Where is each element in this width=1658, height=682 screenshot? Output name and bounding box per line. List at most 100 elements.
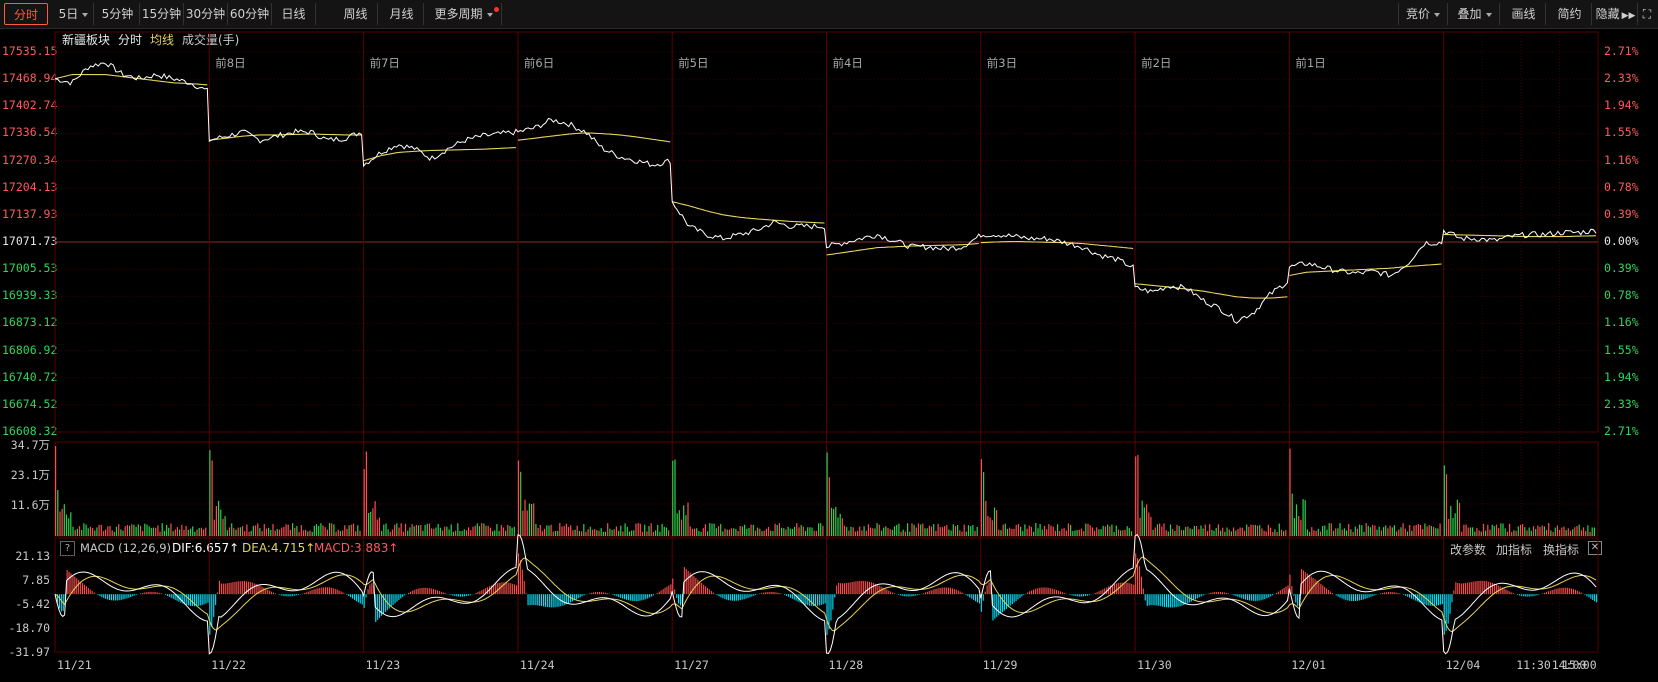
volume-bar	[1391, 527, 1393, 536]
macd-histogram-bar	[253, 583, 255, 595]
volume-bar	[339, 531, 341, 536]
macd-histogram-bar	[766, 592, 768, 595]
volume-bar	[1046, 529, 1048, 536]
volume-bar	[463, 529, 465, 536]
macd-histogram-bar	[857, 581, 859, 595]
volume-bar	[704, 524, 706, 536]
volume-bar	[1524, 527, 1526, 536]
macd-histogram-bar	[1592, 594, 1594, 600]
macd-histogram-bar	[1318, 582, 1320, 595]
macd-histogram-bar	[519, 560, 521, 595]
volume-bar	[1445, 474, 1448, 536]
macd-histogram-bar	[635, 594, 637, 602]
macd-histogram-bar	[191, 594, 193, 606]
volume-bar	[1128, 527, 1130, 536]
macd-histogram-bar	[1538, 594, 1540, 595]
volume-bar	[474, 525, 476, 536]
volume-bar	[494, 530, 496, 536]
volume-bar	[904, 531, 906, 536]
volume-bar	[1350, 529, 1352, 536]
volume-bar	[676, 513, 678, 536]
macd-histogram-bar	[315, 588, 317, 595]
macd-histogram-bar	[616, 594, 618, 597]
macd-histogram-bar	[132, 594, 134, 597]
macd-histogram-bar	[768, 591, 770, 595]
macd-histogram-bar	[1223, 592, 1225, 595]
volume-bar	[1326, 529, 1328, 536]
macd-histogram-bar	[421, 587, 423, 595]
macd-histogram-bar	[1295, 594, 1297, 603]
macd-histogram-bar	[706, 587, 708, 595]
macd-histogram-bar	[735, 594, 737, 601]
volume-bar	[513, 526, 515, 536]
macd-histogram-bar	[870, 582, 872, 595]
macd-histogram-bar	[1160, 594, 1162, 607]
volume-bar	[1593, 527, 1595, 536]
macd-histogram-bar	[99, 594, 101, 597]
volume-bar	[152, 527, 155, 536]
avg-price-line	[363, 147, 516, 162]
volume-bar	[498, 531, 500, 536]
volume-bar	[461, 530, 463, 536]
macd-histogram-bar	[959, 591, 961, 595]
volume-bar	[166, 524, 168, 536]
macd-histogram-bar	[760, 593, 762, 595]
volume-bar	[598, 530, 600, 536]
volume-bar	[661, 523, 663, 536]
volume-bar	[1004, 523, 1006, 536]
volume-bar	[1396, 531, 1398, 536]
volume-bar	[1015, 524, 1017, 536]
macd-histogram-bar	[1528, 594, 1530, 597]
macd-histogram-bar	[244, 581, 246, 595]
volume-bar	[674, 459, 676, 536]
volume-bar	[1135, 456, 1137, 536]
macd-histogram-bar	[1328, 590, 1330, 595]
volume-bar	[655, 530, 657, 536]
macd-histogram-bar	[1349, 594, 1351, 601]
macd-histogram-bar	[1387, 592, 1389, 595]
volume-bar	[70, 512, 72, 536]
volume-bar	[1482, 523, 1485, 536]
volume-bar	[55, 446, 57, 536]
volume-bar	[1104, 526, 1106, 536]
volume-bar	[1589, 531, 1591, 536]
macd-histogram-bar	[188, 594, 190, 606]
volume-bar	[1100, 529, 1102, 536]
macd-histogram-bar	[1314, 579, 1316, 595]
macd-histogram-bar	[633, 594, 635, 601]
macd-histogram-bar	[1551, 590, 1553, 595]
macd-histogram-bar	[658, 591, 660, 595]
volume-bar	[696, 528, 698, 536]
macd-histogram-bar	[1356, 594, 1358, 601]
volume-bar	[657, 525, 659, 536]
macd-histogram-bar	[1507, 590, 1509, 595]
macd-histogram-bar	[849, 582, 851, 595]
volume-bar	[739, 526, 741, 536]
volume-bar	[920, 524, 922, 536]
macd-histogram-bar	[1322, 585, 1324, 595]
macd-histogram-bar	[1484, 581, 1486, 595]
volume-bar	[1430, 525, 1432, 536]
volume-bar	[937, 523, 939, 536]
volume-bar	[1148, 512, 1150, 536]
volume-bar	[880, 530, 883, 536]
volume-bar	[1202, 528, 1204, 536]
macd-histogram-bar	[604, 592, 606, 595]
volume-bar	[618, 531, 620, 536]
macd-histogram-bar	[1169, 594, 1171, 608]
volume-bar	[1011, 528, 1013, 536]
volume-bar	[363, 469, 365, 536]
macd-histogram-bar	[1029, 591, 1031, 595]
macd-histogram-bar	[1372, 594, 1374, 596]
volume-bar	[789, 528, 791, 536]
macd-histogram-bar	[390, 594, 392, 607]
volume-bar	[1526, 530, 1528, 536]
avg-price-line	[672, 201, 825, 224]
macd-histogram-bar	[128, 594, 130, 598]
macd-histogram-bar	[1530, 594, 1532, 597]
macd-histogram-bar	[1019, 594, 1021, 598]
macd-histogram-bar	[423, 587, 425, 595]
volume-bar	[1304, 500, 1306, 536]
volume-bar	[278, 529, 281, 536]
macd-histogram-bar	[1443, 594, 1445, 635]
